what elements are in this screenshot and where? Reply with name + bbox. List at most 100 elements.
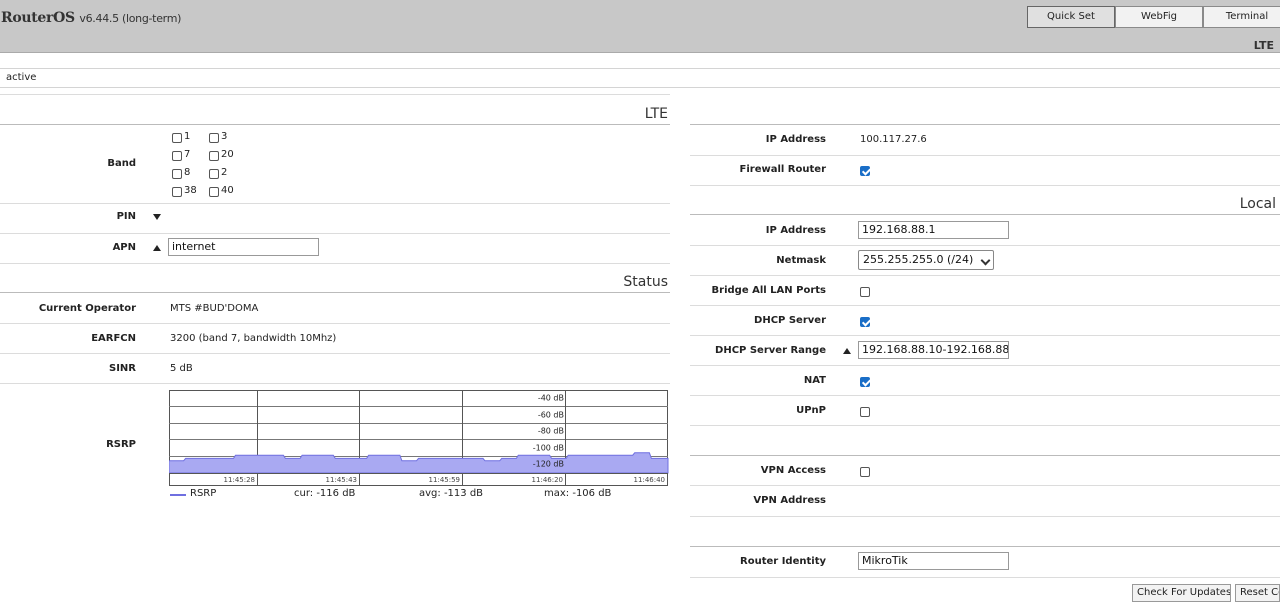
earfcn-value: 3200 (band 7, bandwidth 10Mhz) xyxy=(170,333,337,344)
firewall-router-label: Firewall Router xyxy=(739,164,826,175)
y-tick-label: -120 dB xyxy=(533,460,564,469)
divider xyxy=(690,335,1280,336)
divider xyxy=(690,185,1280,186)
upnp-label: UPnP xyxy=(796,405,826,416)
router-identity-label: Router Identity xyxy=(740,556,826,567)
version-label: v6.44.5 (long-term) xyxy=(79,12,182,25)
top-button-group: Quick Set WebFig Terminal xyxy=(1027,6,1280,28)
apn-label: APN xyxy=(112,242,136,253)
band-option-label: 2 xyxy=(221,167,228,178)
band-checkbox-1[interactable] xyxy=(172,133,182,143)
divider xyxy=(0,94,670,95)
band-checkbox-2[interactable] xyxy=(209,169,219,179)
y-tick-label: -80 dB xyxy=(538,427,564,436)
apn-input[interactable]: internet xyxy=(168,238,319,256)
router-identity-input[interactable]: MikroTik xyxy=(858,552,1009,570)
divider xyxy=(690,395,1280,396)
divider xyxy=(0,383,670,384)
rsrp-label: RSRP xyxy=(106,439,136,450)
band-option-label: 7 xyxy=(184,149,191,160)
current-operator-label: Current Operator xyxy=(38,303,136,314)
band-checkbox-20[interactable] xyxy=(209,151,219,161)
divider xyxy=(690,124,1280,125)
sinr-label: SINR xyxy=(109,363,136,374)
section-title-local: Local xyxy=(1239,196,1276,212)
divider xyxy=(690,275,1280,276)
netmask-select[interactable]: 255.255.255.0 (/24) xyxy=(858,250,994,270)
band-option-label: 20 xyxy=(221,149,234,160)
quick-set-button[interactable]: Quick Set xyxy=(1027,6,1115,28)
divider xyxy=(690,155,1280,156)
upnp-checkbox[interactable] xyxy=(860,407,870,417)
dhcp-server-checkbox[interactable] xyxy=(860,317,870,327)
chevron-down-icon xyxy=(980,255,991,266)
legend-max: max: -106 dB xyxy=(544,488,612,499)
band-label: Band xyxy=(107,158,136,169)
firewall-router-checkbox[interactable] xyxy=(860,166,870,176)
legend-swatch xyxy=(170,494,186,496)
divider xyxy=(0,292,670,293)
vpn-access-checkbox[interactable] xyxy=(860,467,870,477)
status-text: active xyxy=(6,72,37,83)
section-title-lte: LTE xyxy=(644,106,668,122)
apn-collapse-icon[interactable] xyxy=(153,245,161,251)
band-option-label: 1 xyxy=(184,131,191,142)
section-title-status: Status xyxy=(623,274,668,290)
divider xyxy=(0,323,670,324)
dhcp-server-range-input[interactable]: 192.168.88.10-192.168.88.254 xyxy=(858,341,1009,359)
terminal-button[interactable]: Terminal xyxy=(1203,6,1280,28)
bridge-all-lan-ports-checkbox[interactable] xyxy=(860,287,870,297)
legend-cur: cur: -116 dB xyxy=(294,488,356,499)
legend-series-name: RSRP xyxy=(190,488,217,499)
legend-avg: avg: -113 dB xyxy=(419,488,484,499)
vpn-access-label: VPN Access xyxy=(760,465,826,476)
pin-expand-icon[interactable] xyxy=(153,214,161,220)
local-ip-label: IP Address xyxy=(765,225,826,236)
local-ip-input[interactable]: 192.168.88.1 xyxy=(858,221,1009,239)
y-tick-label: -100 dB xyxy=(533,444,564,453)
x-tick-label: 11:45:59 xyxy=(429,476,460,484)
band-checkbox-38[interactable] xyxy=(172,187,182,197)
x-tick-label: 11:45:43 xyxy=(326,476,357,484)
netmask-value: 255.255.255.0 (/24) xyxy=(863,253,974,266)
check-for-updates-button[interactable]: Check For Updates xyxy=(1132,584,1231,602)
x-tick-label: 11:46:20 xyxy=(532,476,563,484)
status-bar: active xyxy=(0,68,1280,88)
band-checkbox-7[interactable] xyxy=(172,151,182,161)
reset-configuration-button[interactable]: Reset Configuration xyxy=(1235,584,1280,602)
divider xyxy=(690,516,1280,517)
dhcp-range-collapse-icon[interactable] xyxy=(843,348,851,354)
wan-ip-label: IP Address xyxy=(765,134,826,145)
band-option-label: 3 xyxy=(221,131,228,142)
divider xyxy=(690,455,1280,456)
band-checkbox-40[interactable] xyxy=(209,187,219,197)
nat-checkbox[interactable] xyxy=(860,377,870,387)
divider xyxy=(0,124,670,125)
earfcn-label: EARFCN xyxy=(91,333,136,344)
nat-label: NAT xyxy=(803,375,826,386)
webfig-button[interactable]: WebFig xyxy=(1115,6,1203,28)
mode-selector[interactable]: LTE xyxy=(1254,39,1274,52)
brand-title: RouterOS v6.44.5 (long-term) xyxy=(1,10,182,26)
band-option-label: 38 xyxy=(184,185,197,196)
divider xyxy=(690,245,1280,246)
wan-ip-value: 100.117.27.6 xyxy=(860,134,927,145)
top-bar: RouterOS v6.44.5 (long-term) Quick Set W… xyxy=(0,0,1280,53)
divider xyxy=(690,214,1280,215)
band-checkbox-8[interactable] xyxy=(172,169,182,179)
dhcp-server-range-label: DHCP Server Range xyxy=(715,345,826,356)
rsrp-chart: -40 dB -60 dB -80 dB -100 dB -120 dB 11:45:2… xyxy=(169,390,669,486)
pin-label: PIN xyxy=(116,211,136,222)
divider xyxy=(0,233,670,234)
vpn-address-label: VPN Address xyxy=(753,495,826,506)
netmask-label: Netmask xyxy=(776,255,826,266)
dhcp-server-label: DHCP Server xyxy=(754,315,826,326)
bridge-all-lan-ports-label: Bridge All LAN Ports xyxy=(711,285,826,296)
band-checkbox-3[interactable] xyxy=(209,133,219,143)
divider xyxy=(690,305,1280,306)
divider xyxy=(690,577,1280,578)
x-tick-label: 11:45:28 xyxy=(224,476,255,484)
y-tick-label: -60 dB xyxy=(538,411,564,420)
divider xyxy=(690,425,1280,426)
band-option-label: 40 xyxy=(221,185,234,196)
